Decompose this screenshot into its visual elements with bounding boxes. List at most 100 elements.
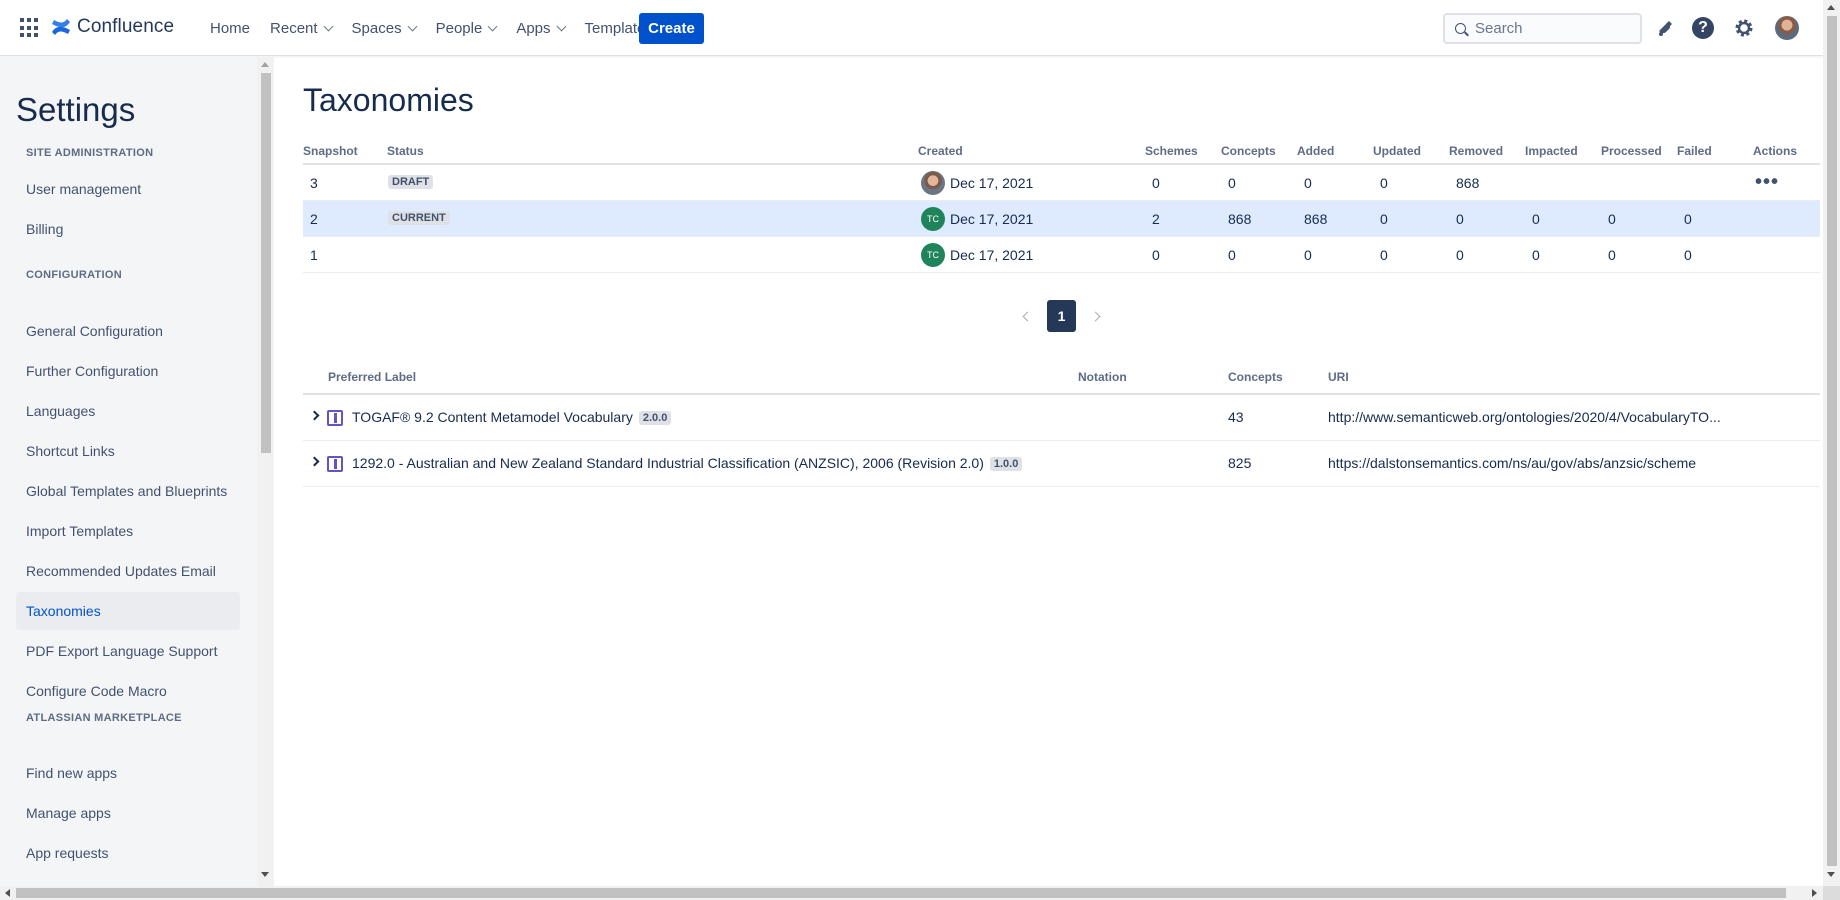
nav-item-people[interactable]: People: [426, 0, 507, 56]
sidebar-scrollbar-thumb[interactable]: [261, 73, 271, 453]
nav-item-apps[interactable]: Apps: [506, 0, 574, 56]
page-horizontal-scrollbar-thumb[interactable]: [16, 888, 1786, 898]
settings-gear-icon[interactable]: [1732, 16, 1756, 40]
sidebar-item-shortcut-links[interactable]: Shortcut Links: [16, 432, 240, 470]
column-header-notation[interactable]: Notation: [1078, 370, 1127, 384]
notifications-bell-icon[interactable]: [1653, 16, 1677, 40]
cell-failed: 0: [1684, 247, 1692, 263]
search-input[interactable]: Search: [1443, 13, 1642, 44]
table-row[interactable]: TOGAF® 9.2 Content Metamodel Vocabulary 2…: [303, 395, 1820, 441]
table-row[interactable]: 1 Dec 17, 2021 0 0 0 0 0 0 0 0 TC: [303, 237, 1820, 273]
user-avatar[interactable]: [1775, 16, 1799, 40]
status-badge: CURRENT: [388, 211, 450, 225]
sidebar-item-general-configuration[interactable]: General Configuration: [16, 312, 240, 350]
table-row[interactable]: 2 Dec 17, 2021 2 868 868 0 0 0 0 0 CURRENT TC: [303, 201, 1820, 237]
sidebar-item-taxonomies[interactable]: Taxonomies: [16, 592, 240, 630]
nav-item-home[interactable]: Home: [200, 0, 260, 56]
top-navigation: Confluence Home Recent Spaces People Apps Tem…: [0, 0, 1823, 56]
sidebar-item-pdf-export-language-support[interactable]: PDF Export Language Support: [16, 632, 240, 670]
cell-uri[interactable]: https://dalstonsemantics.com/ns/au/gov/a…: [1328, 455, 1696, 471]
page-number-button[interactable]: 1: [1047, 300, 1076, 332]
sidebar-item-recommended-updates-email[interactable]: Recommended Updates Email: [16, 552, 240, 590]
scheme-label-text: 1292.0 - Australian and New Zealand Stan…: [352, 455, 984, 471]
column-header-created[interactable]: Created: [918, 144, 963, 158]
more-actions-icon[interactable]: •••: [1755, 171, 1779, 194]
scheme-label[interactable]: TOGAF® 9.2 Content Metamodel Vocabulary 2…: [352, 409, 672, 425]
nav-item-label: People: [435, 19, 483, 37]
cell-failed: 0: [1684, 211, 1692, 227]
scroll-up-icon[interactable]: [1827, 5, 1835, 10]
column-header-schemes[interactable]: Schemes: [1145, 144, 1198, 158]
sidebar-item-billing[interactable]: Billing: [16, 210, 240, 248]
sidebar-item-find-new-apps[interactable]: Find new apps: [16, 754, 240, 792]
page-vertical-scrollbar-thumb[interactable]: [1827, 16, 1837, 866]
sidebar-item-global-templates-and-blueprints[interactable]: Global Templates and Blueprints: [16, 472, 240, 510]
column-header-impacted[interactable]: Impacted: [1525, 144, 1578, 158]
column-header-actions[interactable]: Actions: [1753, 144, 1797, 158]
sidebar-section-heading: CONFIGURATION: [26, 269, 122, 281]
avatar: [921, 171, 945, 195]
snapshots-table-header: Snapshot Status Created Schemes Concepts Adde…: [303, 142, 1820, 165]
cell-removed: 0: [1456, 247, 1464, 263]
cell-schemes: 0: [1152, 247, 1160, 263]
cell-added: 868: [1304, 211, 1328, 227]
table-row[interactable]: 1292.0 - Australian and New Zealand Stan…: [303, 441, 1820, 487]
cell-created: Dec 17, 2021: [950, 247, 1034, 263]
sidebar-item-configure-code-macro[interactable]: Configure Code Macro: [16, 672, 240, 710]
help-icon[interactable]: ?: [1692, 17, 1714, 39]
sidebar-scroll-down-icon[interactable]: [261, 872, 269, 877]
column-header-updated[interactable]: Updated: [1373, 144, 1421, 158]
cell-concepts: 43: [1228, 409, 1244, 425]
expand-chevron-icon[interactable]: [309, 410, 320, 421]
cell-uri[interactable]: http://www.semanticweb.org/ontologies/20…: [1328, 409, 1721, 425]
pagination: 1: [1022, 300, 1101, 332]
cell-concepts: 868: [1228, 211, 1252, 227]
cell-concepts: 825: [1228, 455, 1252, 471]
create-button[interactable]: Create: [639, 13, 704, 44]
column-header-processed[interactable]: Processed: [1601, 144, 1662, 158]
sidebar-item-manage-apps[interactable]: Manage apps: [16, 794, 240, 832]
nav-item-spaces[interactable]: Spaces: [342, 0, 426, 56]
concept-scheme-icon: [327, 456, 343, 472]
cell-snapshot: 1: [310, 247, 318, 263]
previous-page-icon[interactable]: [1022, 311, 1033, 321]
sidebar-item-languages[interactable]: Languages: [16, 392, 240, 430]
sidebar-item-user-management[interactable]: User management: [16, 170, 240, 208]
column-header-removed[interactable]: Removed: [1449, 144, 1503, 158]
sidebar-item-import-templates[interactable]: Import Templates: [16, 512, 240, 550]
column-header-added[interactable]: Added: [1297, 144, 1334, 158]
scroll-left-icon[interactable]: [5, 889, 10, 897]
cell-processed: 0: [1608, 247, 1616, 263]
sidebar-scroll-up-icon[interactable]: [261, 62, 269, 67]
sidebar-title: Settings: [16, 91, 136, 128]
cell-concepts: 0: [1228, 247, 1236, 263]
cell-schemes: 0: [1152, 175, 1160, 191]
scroll-down-icon[interactable]: [1827, 872, 1835, 877]
sidebar-item-promotions[interactable]: Promotions: [16, 874, 240, 886]
table-row[interactable]: 3 Dec 17, 2021 0 0 0 0 868 DRAFT •••: [303, 165, 1820, 201]
sidebar-item-app-requests[interactable]: App requests: [16, 834, 240, 872]
scroll-right-icon[interactable]: [1812, 889, 1817, 897]
column-header-failed[interactable]: Failed: [1677, 144, 1712, 158]
app-switcher-icon[interactable]: [20, 18, 40, 38]
cell-schemes: 2: [1152, 211, 1160, 227]
confluence-logo[interactable]: Confluence: [51, 16, 174, 38]
chevron-down-icon: [487, 21, 498, 31]
cell-updated: 0: [1380, 175, 1388, 191]
next-page-icon[interactable]: [1090, 311, 1101, 321]
search-icon: [1455, 23, 1466, 34]
column-header-uri[interactable]: URI: [1328, 370, 1349, 384]
nav-item-recent[interactable]: Recent: [260, 0, 342, 56]
chevron-down-icon: [323, 21, 333, 31]
column-header-status[interactable]: Status: [387, 144, 424, 158]
expand-chevron-icon[interactable]: [309, 456, 320, 467]
scheme-label[interactable]: 1292.0 - Australian and New Zealand Stan…: [352, 455, 1023, 471]
status-badge: DRAFT: [388, 175, 434, 189]
cell-processed: 0: [1608, 211, 1616, 227]
column-header-preferred-label[interactable]: Preferred Label: [328, 370, 416, 384]
cell-snapshot: 3: [310, 175, 318, 191]
sidebar-item-further-configuration[interactable]: Further Configuration: [16, 352, 240, 390]
column-header-concepts[interactable]: Concepts: [1221, 144, 1276, 158]
column-header-concepts[interactable]: Concepts: [1228, 370, 1283, 384]
column-header-snapshot[interactable]: Snapshot: [303, 144, 358, 158]
